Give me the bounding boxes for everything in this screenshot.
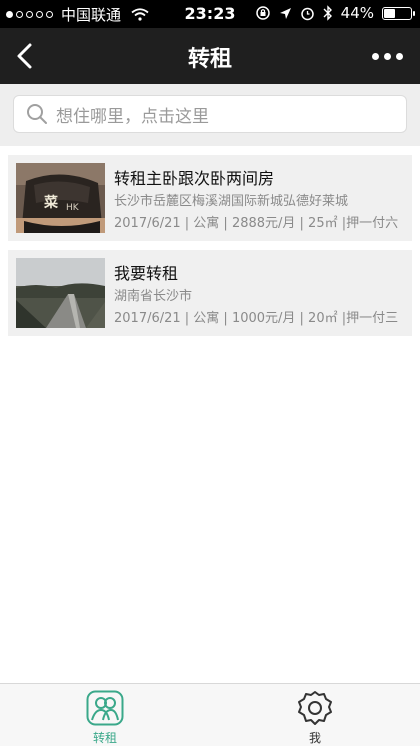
search-input[interactable]: 想住哪里，点击这里 [13, 95, 407, 133]
svg-text:HK: HK [66, 203, 80, 213]
tab-bar: 转租 我 [0, 683, 420, 746]
page-title: 转租 [187, 47, 232, 72]
listing-thumbnail: 菜 HK [16, 163, 105, 233]
search-placeholder: 想住哪里，点击这里 [56, 106, 209, 127]
battery-icon [382, 6, 415, 20]
nav-bar: 转租 [0, 28, 420, 84]
gear-icon [298, 691, 332, 725]
people-icon [86, 690, 124, 726]
alarm-icon [300, 7, 314, 20]
list-item[interactable]: 菜 HK 转租主卧跟次卧两间房 长沙市岳麓区梅溪湖国际新城弘德好莱城 2017/… [8, 155, 412, 241]
more-dot-icon [384, 52, 391, 60]
listing-address: 湖南省长沙市 [114, 289, 193, 304]
battery-level-fill [384, 8, 396, 18]
tab-sublet[interactable]: 转租 [0, 684, 210, 746]
bluetooth-icon [323, 5, 332, 21]
svg-text:菜: 菜 [43, 194, 59, 211]
battery-percent: 44% [340, 4, 374, 22]
more-dot-icon [372, 52, 379, 60]
listing-meta: 2017/6/21 | 公寓 | 2888元/月 | 25㎡ |押一付六 [114, 216, 399, 231]
status-right: 44% [255, 4, 415, 22]
listing-title: 我要转租 [114, 264, 179, 283]
search-area: 想住哪里，点击这里 [0, 84, 420, 146]
more-dot-icon [396, 52, 403, 60]
listing-address: 长沙市岳麓区梅溪湖国际新城弘德好莱城 [114, 194, 349, 209]
list-item[interactable]: 我要转租 湖南省长沙市 2017/6/21 | 公寓 | 1000元/月 | 2… [8, 250, 412, 336]
listing-meta: 2017/6/21 | 公寓 | 1000元/月 | 20㎡ |押一付三 [114, 311, 399, 326]
status-bar: 中国联通 23:23 44% [0, 0, 420, 28]
tab-me[interactable]: 我 [210, 684, 420, 746]
rotation-lock-icon [255, 6, 270, 20]
location-arrow-icon [279, 7, 291, 19]
search-icon [27, 104, 47, 124]
tab-label: 转租 [92, 731, 117, 745]
listing-thumbnail [16, 258, 105, 328]
tab-label: 我 [308, 731, 321, 745]
listing-title: 转租主卧跟次卧两间房 [114, 169, 275, 188]
more-options-button[interactable] [372, 48, 406, 64]
